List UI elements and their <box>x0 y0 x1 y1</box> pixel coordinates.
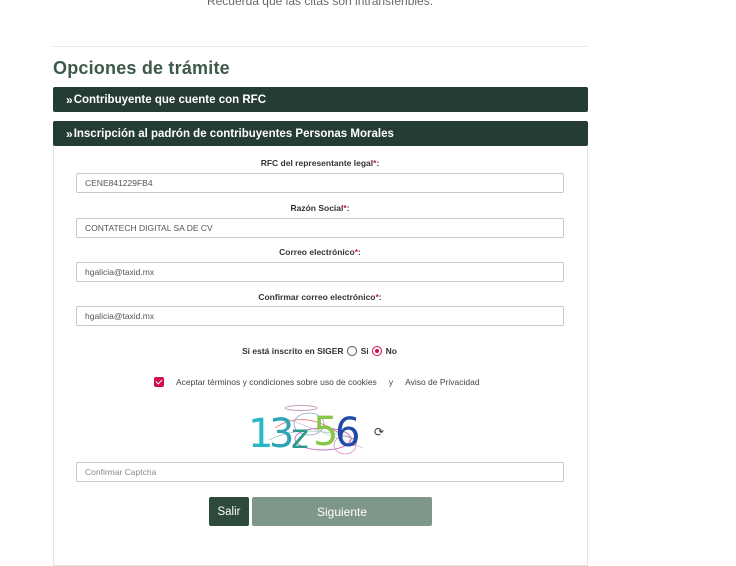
exit-button[interactable]: Salir <box>209 497 249 526</box>
captcha-image: 13z56 1 3 z 5 6 <box>245 400 373 463</box>
privacy-link[interactable]: Aviso de Privacidad <box>405 377 480 387</box>
required-mark: * <box>373 158 377 168</box>
section-title: Opciones de trámite <box>53 58 230 78</box>
razon-social-label-text: Razón Social <box>290 203 344 213</box>
siger-yes-radio[interactable] <box>346 346 357 356</box>
confirm-email-label-text: Confirmar correo electrónico <box>258 292 376 302</box>
email-label: Correo electrónico*: <box>279 247 361 257</box>
email-input[interactable] <box>76 262 564 282</box>
terms-checkbox[interactable] <box>154 377 164 387</box>
required-mark: * <box>343 203 347 213</box>
accordion-contribuyente-rfc[interactable]: » Contribuyente que cuente con RFC <box>53 87 588 112</box>
siger-radio-group: Si está inscrito en SIGER Si No <box>242 346 397 356</box>
razon-social-input[interactable] <box>76 218 564 238</box>
email-label-text: Correo electrónico <box>279 247 355 257</box>
accordion-label: Inscripción al padrón de contribuyentes … <box>73 127 394 140</box>
siger-question: Si está inscrito en SIGER <box>242 346 344 356</box>
siger-yes-label: Si <box>360 346 369 356</box>
rfc-label-text: RFC del representante legal <box>260 158 374 168</box>
rfc-label: RFC del representante legal*: <box>260 158 380 168</box>
refresh-icon[interactable]: ⟳ <box>374 425 384 439</box>
svg-text:z: z <box>291 417 309 457</box>
required-mark: * <box>354 247 359 257</box>
accordion-personas-morales[interactable]: » Inscripción al padrón de contribuyente… <box>53 121 588 146</box>
top-note: Recuerda que las citas son intransferibl… <box>206 0 434 8</box>
double-chevron-right-icon: » <box>66 126 73 141</box>
terms-conjunction: y <box>388 377 394 387</box>
next-button[interactable]: Siguiente <box>252 497 432 526</box>
captcha-input[interactable] <box>76 462 564 482</box>
confirm-email-label: Confirmar correo electrónico*: <box>258 292 382 302</box>
double-chevron-right-icon: » <box>66 92 73 107</box>
terms-text: Aceptar términos y condiciones sobre uso… <box>176 377 377 387</box>
confirm-email-input[interactable] <box>76 306 564 326</box>
accordion-label: Contribuyente que cuente con RFC <box>73 93 267 106</box>
rfc-input[interactable] <box>76 173 564 193</box>
required-mark: * <box>375 292 379 302</box>
razon-social-label: Razón Social*: <box>290 203 350 213</box>
terms-row: Aceptar términos y condiciones sobre uso… <box>154 377 480 387</box>
divider <box>53 46 588 47</box>
svg-text:6: 6 <box>335 410 360 456</box>
siger-no-label: No <box>385 346 397 356</box>
siger-no-radio[interactable] <box>371 346 382 356</box>
